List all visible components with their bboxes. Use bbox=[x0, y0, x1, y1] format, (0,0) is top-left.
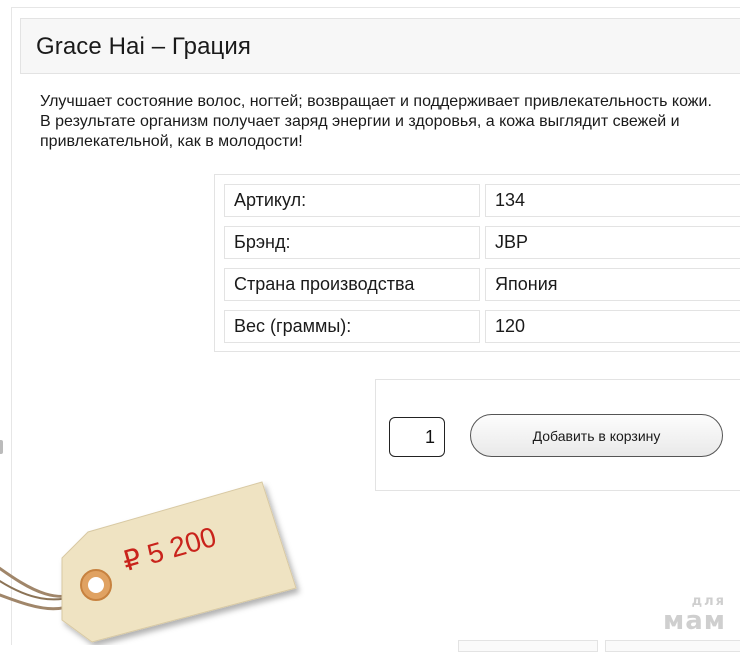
top-divider bbox=[12, 7, 740, 8]
watermark-bottom-text: мам bbox=[662, 606, 726, 636]
tag-eyelet-hole bbox=[88, 577, 104, 593]
watermark-logo: для мам bbox=[662, 595, 726, 636]
spec-label-country: Страна производства bbox=[224, 268, 480, 301]
add-to-cart-button[interactable]: Добавить в корзину bbox=[470, 414, 723, 457]
spec-value-article: 134 bbox=[485, 184, 740, 217]
left-edge-marker bbox=[0, 440, 3, 454]
product-title: Grace Hai – Грация bbox=[36, 33, 252, 60]
spec-value-weight: 120 bbox=[485, 310, 740, 343]
spec-value-country: Япония bbox=[485, 268, 740, 301]
specs-table: Артикул: 134 Брэнд: JBP Страна производс… bbox=[214, 174, 740, 352]
bottom-tab-right[interactable] bbox=[605, 640, 740, 652]
product-title-bar: Grace Hai – Грация bbox=[20, 18, 740, 74]
bottom-tab-left[interactable] bbox=[458, 640, 598, 652]
spec-label-article: Артикул: bbox=[224, 184, 480, 217]
product-description: Улучшает состояние волос, ногтей; возвра… bbox=[40, 93, 712, 150]
spec-label-weight: Вес (граммы): bbox=[224, 310, 480, 343]
quantity-input[interactable] bbox=[389, 417, 445, 457]
spec-label-brand: Брэнд: bbox=[224, 226, 480, 259]
spec-value-brand: JBP bbox=[485, 226, 740, 259]
